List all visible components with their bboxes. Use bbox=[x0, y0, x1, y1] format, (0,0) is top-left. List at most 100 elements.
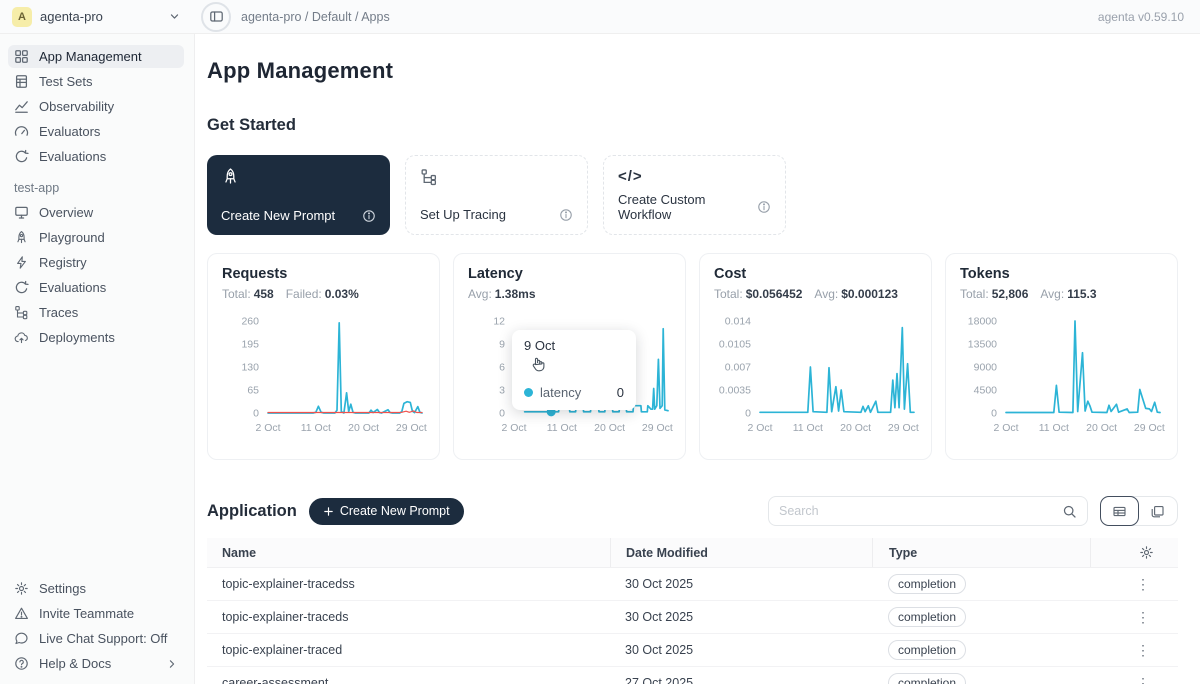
svg-text:0: 0 bbox=[253, 408, 259, 420]
column-header-type[interactable]: Type bbox=[872, 538, 1090, 567]
table-row[interactable]: topic-explainer-tracedss30 Oct 2025compl… bbox=[207, 568, 1178, 601]
svg-text:3: 3 bbox=[499, 385, 505, 397]
breadcrumb[interactable]: agenta-pro / Default / Apps bbox=[241, 10, 390, 24]
sidebar-toggle-button[interactable] bbox=[201, 2, 231, 32]
chart-title: Tokens bbox=[960, 266, 1163, 282]
app-name-cell: topic-explainer-traced bbox=[207, 643, 610, 657]
cloud-upload-icon bbox=[14, 330, 29, 345]
svg-text:11 Oct: 11 Oct bbox=[301, 422, 331, 434]
table-row[interactable]: topic-explainer-traceds30 Oct 2025comple… bbox=[207, 601, 1178, 634]
tooltip-date: 9 Oct bbox=[524, 338, 624, 353]
type-badge: completion bbox=[888, 640, 966, 660]
lightning-icon bbox=[14, 255, 29, 270]
sidebar-item-registry[interactable]: Registry bbox=[8, 251, 184, 274]
sidebar-item-evaluations[interactable]: Evaluations bbox=[8, 145, 184, 168]
sidebar-item-invite-teammate[interactable]: Invite Teammate bbox=[8, 602, 184, 625]
svg-text:13500: 13500 bbox=[968, 339, 997, 351]
tree-icon bbox=[420, 168, 573, 186]
svg-text:0: 0 bbox=[499, 408, 505, 420]
svg-text:29 Oct: 29 Oct bbox=[888, 422, 919, 434]
create-new-prompt-card[interactable]: Create New Prompt bbox=[207, 155, 390, 235]
svg-text:29 Oct: 29 Oct bbox=[396, 422, 427, 434]
sidebar-item-label: Deployments bbox=[39, 330, 115, 345]
page-title: App Management bbox=[207, 58, 1178, 84]
type-badge: completion bbox=[888, 607, 966, 627]
chart-card-requests[interactable]: RequestsTotal:458Failed:0.03%26019513065… bbox=[207, 253, 440, 460]
search-icon[interactable] bbox=[1062, 504, 1077, 519]
plus-icon bbox=[323, 506, 334, 517]
sidebar-item-traces[interactable]: Traces bbox=[8, 301, 184, 324]
row-menu-dots-icon[interactable]: ⋮ bbox=[1132, 675, 1154, 684]
card-view-icon bbox=[1150, 504, 1165, 519]
sidebar-item-live-chat-support[interactable]: Live Chat Support: Off bbox=[8, 627, 184, 650]
sidebar-item-evaluations-app[interactable]: Evaluations bbox=[8, 276, 184, 299]
sidebar-item-label: Live Chat Support: Off bbox=[39, 631, 167, 646]
table-body: topic-explainer-tracedss 30 Oct 2025 compl… bbox=[207, 568, 1178, 684]
row-menu-dots-icon[interactable]: ⋮ bbox=[1132, 576, 1154, 593]
create-new-prompt-button[interactable]: Create New Prompt bbox=[309, 498, 464, 525]
sidebar-item-settings[interactable]: Settings bbox=[8, 577, 184, 600]
sidebar-item-label: Evaluations bbox=[39, 280, 106, 295]
sidebar-item-observability[interactable]: Observability bbox=[8, 95, 184, 118]
table-view-icon bbox=[1112, 504, 1127, 519]
sidebar-item-test-sets[interactable]: Test Sets bbox=[8, 70, 184, 93]
sidebar-item-label: Help & Docs bbox=[39, 656, 111, 671]
svg-text:0: 0 bbox=[991, 408, 997, 420]
column-header-date-modified[interactable]: Date Modified bbox=[610, 538, 872, 567]
type-cell: completion bbox=[872, 574, 1090, 594]
alert-triangle-icon bbox=[14, 606, 29, 621]
sidebar-item-evaluators[interactable]: Evaluators bbox=[8, 120, 184, 143]
svg-text:11 Oct: 11 Oct bbox=[793, 422, 823, 434]
sidebar-item-overview[interactable]: Overview bbox=[8, 201, 184, 224]
sidebar-item-app-management[interactable]: App Management bbox=[8, 45, 184, 68]
row-menu-dots-icon[interactable]: ⋮ bbox=[1132, 609, 1154, 626]
type-badge: completion bbox=[888, 574, 966, 594]
sidebar-item-deployments[interactable]: Deployments bbox=[8, 326, 184, 349]
chat-bubble-icon bbox=[14, 631, 29, 646]
application-heading: Application bbox=[207, 502, 297, 521]
sidebar-item-label: Invite Teammate bbox=[39, 606, 134, 621]
chart-title: Latency bbox=[468, 266, 671, 282]
info-icon[interactable] bbox=[362, 209, 376, 223]
help-circle-icon bbox=[14, 656, 29, 671]
workspace-selector[interactable]: A agenta-pro bbox=[0, 7, 195, 27]
svg-text:20 Oct: 20 Oct bbox=[594, 422, 625, 434]
table-row[interactable]: career-assessment27 Oct 2025completion⋮ bbox=[207, 667, 1178, 684]
tree-icon bbox=[14, 305, 29, 320]
line-chart-icon bbox=[14, 99, 29, 114]
sidebar-item-label: Playground bbox=[39, 230, 105, 245]
svg-text:65: 65 bbox=[247, 385, 259, 397]
workspace-name: agenta-pro bbox=[40, 9, 160, 24]
row-menu-dots-icon[interactable]: ⋮ bbox=[1132, 642, 1154, 659]
rocket-icon bbox=[221, 167, 376, 186]
table-view-button[interactable] bbox=[1100, 496, 1139, 526]
app-name-cell: topic-explainer-tracedss bbox=[207, 577, 610, 591]
create-custom-workflow-card[interactable]: </> Create Custom Workflow bbox=[603, 155, 786, 235]
sidebar-app-section-label: test-app bbox=[14, 181, 194, 195]
sidebar-item-label: Observability bbox=[39, 99, 114, 114]
table-row[interactable]: topic-explainer-traced30 Oct 2025complet… bbox=[207, 634, 1178, 667]
chart-card-tokens[interactable]: TokensTotal:52,806Avg:115.31800013500900… bbox=[945, 253, 1178, 460]
chart-card-latency[interactable]: LatencyAvg:1.38ms1296302 Oct11 Oct20 Oct… bbox=[453, 253, 686, 460]
date-modified-cell: 30 Oct 2025 bbox=[610, 610, 872, 624]
column-settings-gear-icon[interactable] bbox=[1139, 545, 1154, 560]
chart-plot: 2601951306502 Oct11 Oct20 Oct29 Oct bbox=[222, 307, 427, 443]
get-started-heading: Get Started bbox=[207, 116, 1178, 135]
svg-text:29 Oct: 29 Oct bbox=[642, 422, 673, 434]
svg-text:9000: 9000 bbox=[974, 362, 998, 374]
gear-icon bbox=[14, 581, 29, 596]
chart-card-cost[interactable]: CostTotal:$0.056452Avg:$0.0001230.0140.0… bbox=[699, 253, 932, 460]
type-cell: completion bbox=[872, 607, 1090, 627]
circular-arrow-icon bbox=[14, 149, 29, 164]
svg-text:0.0105: 0.0105 bbox=[719, 339, 751, 351]
card-view-button[interactable] bbox=[1138, 497, 1177, 525]
column-header-name[interactable]: Name bbox=[207, 538, 610, 567]
chart-plot: 18000135009000450002 Oct11 Oct20 Oct29 O… bbox=[960, 307, 1165, 443]
info-icon[interactable] bbox=[559, 208, 573, 222]
set-up-tracing-card[interactable]: Set Up Tracing bbox=[405, 155, 588, 235]
sidebar-item-help-docs[interactable]: Help & Docs bbox=[8, 652, 184, 675]
sidebar-item-playground[interactable]: Playground bbox=[8, 226, 184, 249]
table-header: Name Date Modified Type bbox=[207, 538, 1178, 568]
info-icon[interactable] bbox=[757, 200, 771, 214]
search-input[interactable] bbox=[779, 504, 1054, 518]
